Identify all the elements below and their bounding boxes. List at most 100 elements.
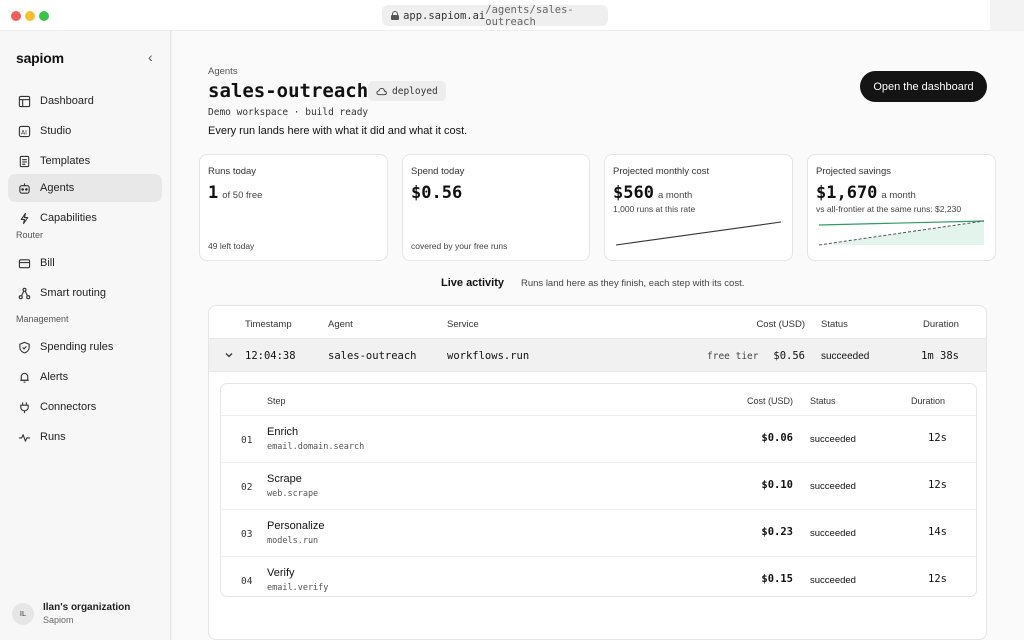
bell-icon [17, 370, 31, 384]
runs-today-card: Runs today 1 of 50 free 49 left today [199, 154, 388, 261]
maximize-window-icon[interactable] [39, 11, 49, 21]
step-name: Verify [267, 567, 295, 579]
card-label: Spend today [411, 166, 465, 177]
column-header-service[interactable]: Service [447, 319, 479, 330]
list-item[interactable]: 01 Enrich email.domain.search $0.06 succ… [221, 415, 976, 462]
step-status: succeeded [810, 528, 856, 539]
sidebar-item-label: Studio [40, 125, 72, 137]
sidebar-item-capabilities[interactable]: Capabilities [8, 204, 162, 232]
column-header-duration[interactable]: Duration [923, 319, 959, 330]
sidebar: sapiom ‹ Dashboard AI Studio Templates A… [0, 31, 171, 640]
sidebar-item-agents[interactable]: Agents [8, 174, 162, 202]
card-footnote: covered by your free runs [411, 241, 508, 251]
sidebar-item-connectors[interactable]: Connectors [8, 393, 162, 421]
sidebar-item-label: Bill [40, 257, 55, 269]
step-status: succeeded [810, 575, 856, 586]
sidebar-item-runs[interactable]: Runs [8, 423, 162, 451]
column-header-agent[interactable]: Agent [328, 319, 353, 330]
sidebar-item-dashboard[interactable]: Dashboard [8, 87, 162, 115]
address-bar[interactable]: app.sapiom.ai/agents/sales-outreach [382, 3, 608, 28]
step-number: 04 [241, 576, 253, 587]
card-value: $560 a month [613, 183, 692, 203]
step-service: email.verify [267, 583, 329, 593]
step-cost: $0.15 [761, 573, 793, 585]
step-header-cost: Cost (USD) [746, 396, 793, 406]
live-activity-title: Live activity [441, 277, 504, 289]
sidebar-item-label: Runs [40, 431, 66, 443]
step-cost: $0.06 [761, 432, 793, 444]
org-subtitle: Sapiom [43, 615, 74, 625]
collapse-sidebar-icon[interactable]: ‹ [148, 49, 153, 65]
routing-icon [17, 286, 31, 300]
org-switcher[interactable]: IL Ilan's organization Sapiom [12, 602, 130, 625]
step-header-step: Step [267, 396, 286, 406]
avatar: IL [12, 602, 34, 625]
list-item[interactable]: 02 Scrape web.scrape $0.10 succeeded 12s [221, 462, 976, 509]
lightning-icon [17, 211, 31, 225]
column-header-timestamp[interactable]: Timestamp [245, 319, 292, 330]
url-path: /agents/sales-outreach [485, 3, 574, 28]
step-duration: 14s [928, 526, 947, 538]
sidebar-item-label: Connectors [40, 401, 97, 413]
step-cost: $0.10 [761, 479, 793, 491]
sidebar-item-bill[interactable]: Bill [8, 249, 162, 277]
sidebar-item-label: Templates [40, 155, 91, 167]
page-title: sales-outreach [208, 80, 369, 102]
card-unit: a month [657, 190, 693, 201]
step-status: succeeded [810, 434, 856, 445]
table-row[interactable]: 12:04:38 sales-outreach workflows.run fr… [209, 338, 986, 372]
status-badge: deployed [368, 81, 446, 101]
close-window-icon[interactable] [11, 11, 21, 21]
main-content: Agents sales-outreach deployed Demo work… [172, 31, 1024, 640]
chevron-down-icon[interactable] [223, 349, 235, 361]
url-host: app.sapiom.ai [403, 9, 486, 22]
run-status: succeeded [821, 351, 870, 362]
sidebar-item-spending-rules[interactable]: Spending rules [8, 333, 162, 361]
run-cost: $0.56 [773, 350, 805, 362]
run-agent: sales-outreach [328, 350, 417, 362]
activity-icon [17, 430, 31, 444]
step-duration: 12s [928, 432, 947, 444]
step-number: 03 [241, 529, 253, 540]
list-item[interactable]: 04 Verify email.verify $0.15 succeeded 1… [221, 556, 976, 596]
sidebar-item-label: Alerts [40, 371, 69, 383]
document-icon [17, 154, 31, 168]
card-note: 1,000 runs at this rate [613, 204, 696, 214]
spend-today-card: Spend today $0.56 covered by your free r… [402, 154, 590, 261]
column-header-status[interactable]: Status [821, 319, 848, 330]
card-value: $1,670 a month [816, 183, 916, 203]
svg-text:AI: AI [20, 129, 26, 136]
savings-value: $1,670 [816, 183, 878, 203]
savings-sparkline [818, 220, 985, 246]
run-service: workflows.run [447, 350, 530, 362]
column-header-cost[interactable]: Cost (USD) [745, 319, 805, 330]
sidebar-item-label: Spending rules [40, 341, 114, 353]
run-timestamp: 12:04:38 [245, 350, 296, 362]
monthly-cost-value: $560 [613, 183, 654, 203]
card-value: $0.56 [411, 183, 463, 203]
step-name: Enrich [267, 426, 299, 438]
step-header-duration: Duration [911, 396, 946, 406]
step-service: email.domain.search [267, 442, 365, 452]
cost-sparkline [615, 221, 782, 246]
open-dashboard-button[interactable]: Open the dashboard [860, 71, 987, 102]
step-status: succeeded [810, 481, 856, 492]
card-unit: of 50 free [222, 190, 263, 201]
step-service: web.scrape [267, 489, 319, 499]
minimize-window-icon[interactable] [25, 11, 35, 21]
step-name: Personalize [267, 520, 325, 532]
sidebar-item-studio[interactable]: AI Studio [8, 117, 162, 145]
agent-icon [17, 181, 31, 195]
list-item[interactable]: 03 Personalize models.run $0.23 succeede… [221, 509, 976, 556]
org-name: Ilan's organization [43, 602, 131, 613]
sidebar-item-label: Agents [40, 182, 75, 194]
brand-logo[interactable]: sapiom [16, 50, 64, 66]
sidebar-item-alerts[interactable]: Alerts [8, 363, 162, 391]
sidebar-item-templates[interactable]: Templates [8, 147, 162, 175]
wallet-icon [17, 256, 31, 270]
card-footnote: 49 left today [208, 241, 255, 251]
breadcrumb[interactable]: Agents [208, 66, 238, 77]
card-note: vs all-frontier at the same runs: $2,230 [816, 204, 962, 214]
sidebar-item-smart-routing[interactable]: Smart routing [8, 279, 162, 307]
live-activity-subtitle: Runs land here as they finish, each step… [521, 278, 745, 289]
